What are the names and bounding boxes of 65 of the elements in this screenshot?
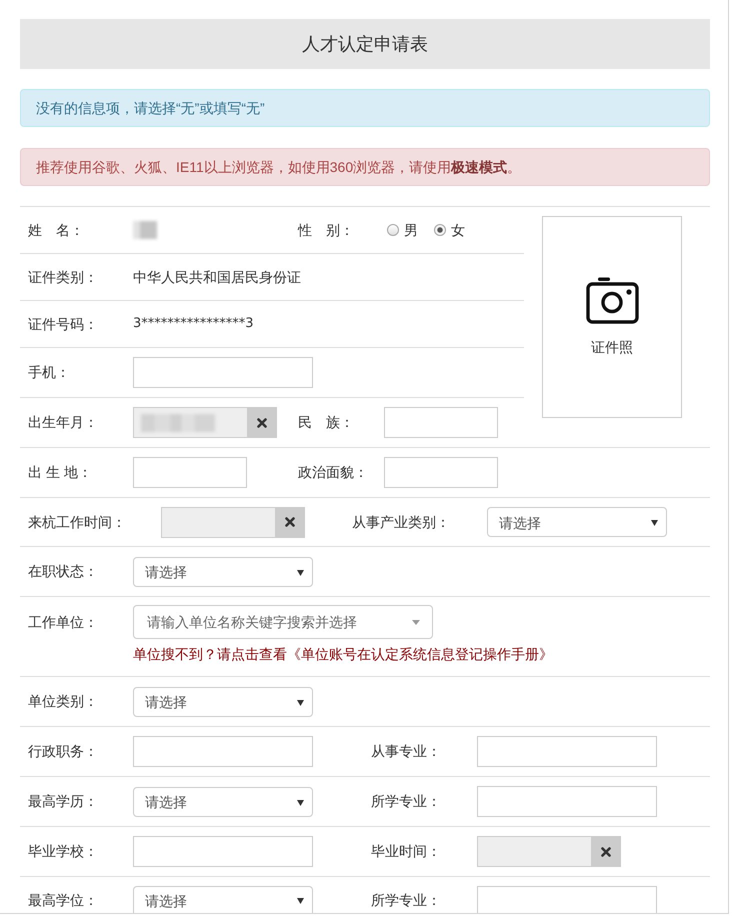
field-label: 姓 名： <box>28 220 84 240</box>
field-label: 所学专业： <box>371 891 441 910</box>
field-label: 最高学历： <box>28 792 98 811</box>
field-label: 毕业学校： <box>28 842 98 861</box>
caret-icon <box>297 800 304 806</box>
manual-link[interactable]: 单位搜不到？请点击查看《单位账号在认定系统信息登记操作手册》 <box>133 644 553 664</box>
field-label: 所学专业： <box>371 792 441 811</box>
warning-alert: 推荐使用谷歌、火狐、IE11以上浏览器，如使用360浏览器，请使用极速模式。 <box>20 148 710 186</box>
radio-button[interactable] <box>387 224 399 236</box>
dropdown[interactable]: 请选择 <box>487 507 667 537</box>
date-input[interactable] <box>161 506 275 538</box>
caret-icon <box>297 570 304 576</box>
text-input[interactable] <box>384 407 498 438</box>
dropdown[interactable]: 请选择 <box>133 886 313 913</box>
date-input[interactable] <box>477 836 591 867</box>
field-label: 从事专业： <box>371 742 441 761</box>
field-label: 来杭工作时间： <box>28 512 126 532</box>
form-title: 人才认定申请表 <box>302 33 428 56</box>
field-value: 中华人民共和国居民身份证 <box>133 268 301 287</box>
text-input[interactable] <box>477 736 657 767</box>
field-label: 从事产业类别： <box>352 512 450 532</box>
field-label: 手机： <box>28 363 70 382</box>
radio-label: 女 <box>451 221 465 240</box>
field-label: 在职状态： <box>28 562 98 581</box>
field-label: 性 别： <box>298 220 354 240</box>
date-input[interactable] <box>133 407 247 438</box>
radio-label: 男 <box>404 221 418 240</box>
dropdown[interactable]: 请选择 <box>133 686 313 716</box>
field-label: 最高学位： <box>28 891 98 910</box>
text-input[interactable] <box>384 457 498 488</box>
caret-icon <box>297 700 304 706</box>
field-label: 出生年月： <box>28 413 98 432</box>
text-input[interactable] <box>133 836 313 867</box>
caret-icon <box>297 898 304 904</box>
field-label: 证件号码： <box>28 314 98 334</box>
clear-icon <box>601 846 611 856</box>
text-input[interactable] <box>133 457 247 488</box>
clear-icon <box>257 418 267 428</box>
field-label: 行政职务： <box>28 742 98 761</box>
text-input[interactable] <box>477 786 657 817</box>
field-label: 单位类别： <box>28 692 98 711</box>
camera-icon <box>586 277 638 324</box>
text-input[interactable] <box>133 357 313 388</box>
text-input[interactable] <box>477 886 657 913</box>
field-label: 出 生 地： <box>28 463 92 482</box>
info-alert: 没有的信息项，请选择“无”或填写“无” <box>20 89 710 127</box>
clear-icon <box>285 517 295 527</box>
clear-button[interactable] <box>247 407 277 438</box>
field-label: 毕业时间： <box>371 842 441 861</box>
caret-icon <box>651 520 658 526</box>
clear-button[interactable] <box>591 836 621 867</box>
photo-upload-box[interactable]: 证件照 <box>542 216 682 418</box>
search-dropdown[interactable]: 请输入单位名称关键字搜索并选择 <box>133 605 433 639</box>
field-label: 工作单位： <box>28 613 98 632</box>
field-label: 民 族： <box>298 413 354 432</box>
dropdown[interactable]: 请选择 <box>133 786 313 816</box>
text-input[interactable] <box>133 736 313 767</box>
id-number-value: 3****************3 <box>133 316 254 332</box>
clear-button[interactable] <box>275 506 305 538</box>
field-label: 政治面貌： <box>298 463 368 482</box>
radio-button[interactable] <box>434 224 446 236</box>
photo-label: 证件照 <box>591 338 633 357</box>
dropdown[interactable]: 请选择 <box>133 556 313 586</box>
field-label: 证件类别： <box>28 268 98 286</box>
caret-icon <box>412 620 420 624</box>
